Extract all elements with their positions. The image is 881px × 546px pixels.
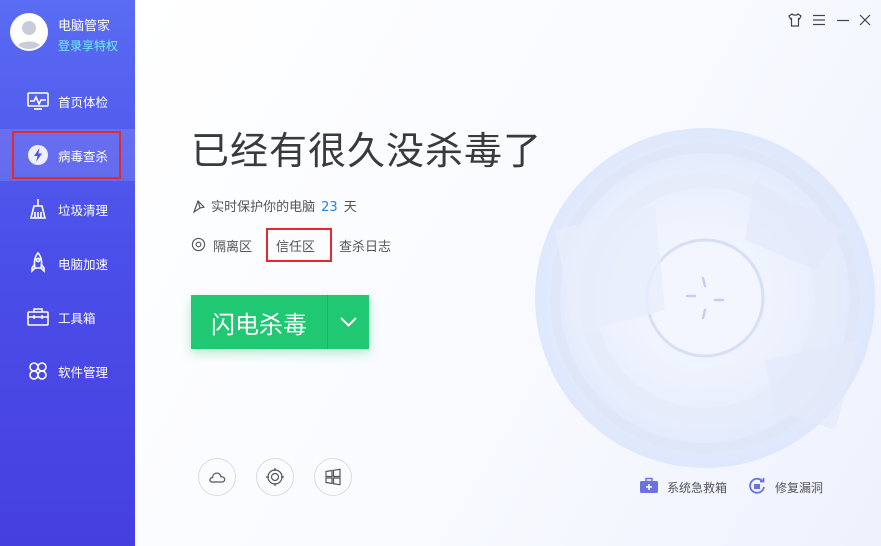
avatar[interactable] — [10, 13, 48, 51]
protection-unit: 天 — [343, 200, 357, 215]
sidebar-item-home-check[interactable]: 首页体检 — [0, 75, 135, 127]
sidebar-item-label: 病毒查杀 — [58, 149, 109, 164]
app-name: 电脑管家 — [58, 19, 111, 34]
close-icon[interactable] — [857, 12, 873, 28]
sidebar-item-speedup[interactable]: 电脑加速 — [0, 237, 135, 289]
toolbox-icon — [26, 305, 50, 329]
scan-button-group: 闪电杀毒 — [191, 295, 369, 349]
profile: 电脑管家 登录享特权 — [10, 13, 135, 58]
monitor-icon — [26, 89, 50, 113]
sidebar: 电脑管家 登录享特权 首页体检 病毒查杀 垃圾清理 电脑加速 工具箱 软件管理 — [0, 0, 135, 546]
sidebar-item-label: 首页体检 — [58, 95, 109, 110]
pc-manager-window: 电脑管家 登录享特权 首页体检 病毒查杀 垃圾清理 电脑加速 工具箱 软件管理 … — [0, 0, 881, 546]
rocket-icon — [26, 251, 50, 275]
protection-status: 实时保护你的电脑 23 天 — [191, 196, 357, 216]
shield-icon — [192, 199, 206, 214]
sidebar-item-label: 电脑加速 — [58, 257, 109, 272]
cloud-scan-button[interactable] — [198, 458, 236, 496]
main-panel: 已经有很久没杀毒了 实时保护你的电脑 23 天 隔离区 信任区 查杀日志 闪电杀毒 — [135, 0, 881, 546]
windows-scan-button[interactable] — [314, 458, 352, 496]
sidebar-item-label: 软件管理 — [58, 365, 109, 380]
target-icon — [266, 468, 284, 486]
repair-icon — [747, 476, 767, 496]
menu-icon[interactable] — [811, 12, 827, 28]
rescue-kit-label: 系统急救箱 — [667, 481, 728, 495]
lightning-scan-button[interactable]: 闪电杀毒 — [191, 295, 327, 349]
scan-dropdown-button[interactable] — [328, 295, 369, 349]
apps-icon — [26, 359, 50, 383]
sidebar-item-label: 工具箱 — [58, 311, 96, 326]
cloud-icon — [209, 472, 226, 483]
fix-vulnerability-label: 修复漏洞 — [775, 481, 824, 495]
highlight-box — [266, 228, 332, 262]
lightning-shield-icon — [26, 143, 50, 167]
sidebar-item-junk-clean[interactable]: 垃圾清理 — [0, 183, 135, 235]
target-scan-button[interactable] — [256, 458, 294, 496]
radar-decoration — [535, 128, 875, 468]
quarantine-icon — [191, 237, 206, 252]
skin-icon[interactable] — [787, 12, 803, 28]
quarantine-link[interactable]: 隔离区 — [213, 236, 252, 255]
protection-text: 实时保护你的电脑 — [211, 200, 316, 215]
login-privilege-link[interactable]: 登录享特权 — [58, 37, 118, 54]
minimize-icon[interactable] — [835, 12, 851, 28]
sidebar-item-software[interactable]: 软件管理 — [0, 345, 135, 397]
page-title: 已经有很久没杀毒了 — [191, 129, 543, 173]
sidebar-item-toolbox[interactable]: 工具箱 — [0, 291, 135, 343]
sidebar-item-label: 垃圾清理 — [58, 203, 109, 218]
chevron-down-icon — [340, 317, 357, 327]
windows-icon — [325, 468, 341, 486]
broom-icon — [26, 197, 50, 221]
first-aid-kit-icon — [639, 476, 659, 496]
sidebar-item-virus-scan[interactable]: 病毒查杀 — [0, 129, 135, 181]
scan-log-link[interactable]: 查杀日志 — [339, 236, 391, 255]
protection-days: 23 — [321, 200, 338, 215]
